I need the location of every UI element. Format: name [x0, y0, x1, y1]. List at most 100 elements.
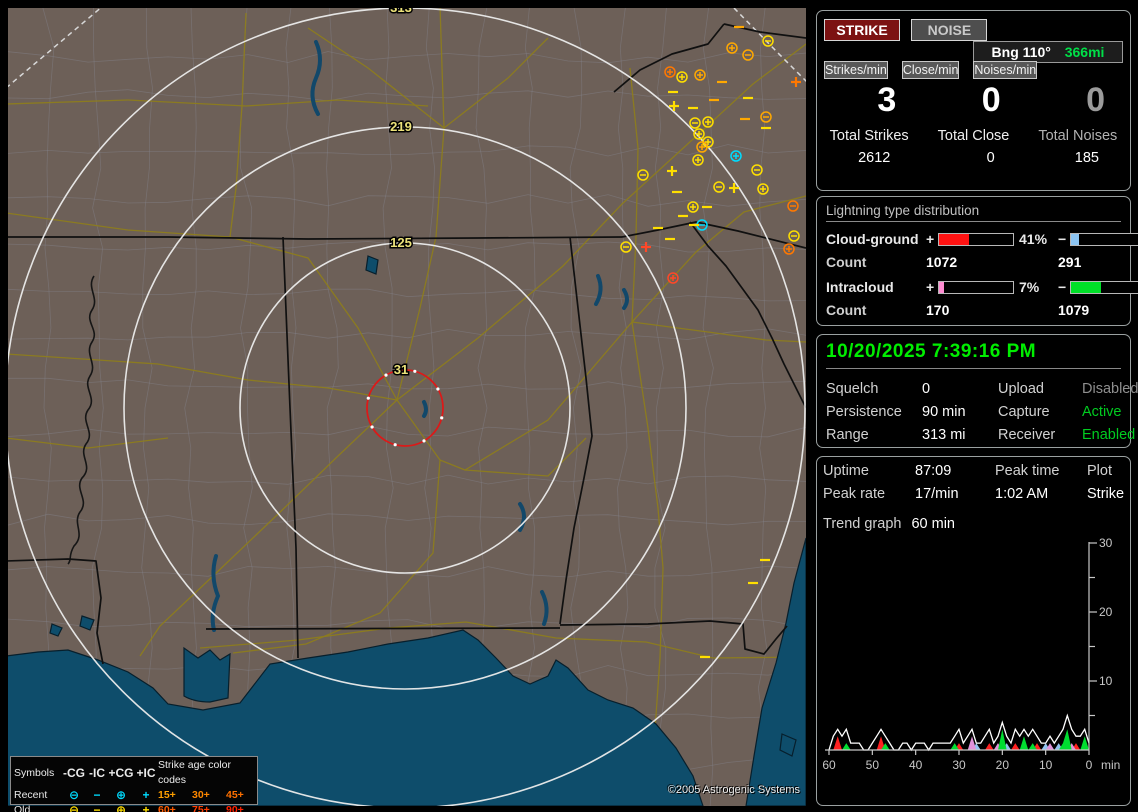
intracloud-count-row: Count 170 1079 — [826, 302, 1121, 318]
legend-col-cg-pos: +CG — [108, 765, 134, 780]
upload-label: Upload — [998, 381, 1044, 397]
bearing-value: Bng 110° — [991, 44, 1051, 60]
session-grid: Uptime 87:09 Peak time Plot Peak rate 17… — [823, 463, 1124, 502]
close-ring-dot — [384, 373, 388, 377]
bearing-distance: 366mi — [1064, 44, 1105, 60]
x-tick-label: 60 — [823, 758, 836, 772]
uptime-label: Uptime — [823, 463, 869, 479]
upload-status: Disabled — [1082, 381, 1138, 397]
noise-toggle-button[interactable]: NOISE — [911, 19, 988, 41]
total-close-label: Total Close — [937, 128, 1010, 144]
peak-rate-label: Peak rate — [823, 486, 886, 502]
x-tick-label: 40 — [909, 758, 923, 772]
close-ring-dot — [422, 439, 426, 443]
age-code-30plus: 30+ — [192, 789, 210, 801]
nexstorm-window: 31 125 219 313 Symbols -CG -IC +CG +IC Stri… — [0, 0, 1138, 812]
strike-toggle-button[interactable]: STRIKE — [824, 19, 900, 41]
x-tick-label: 50 — [866, 758, 880, 772]
trend-panel: Uptime 87:09 Peak time Plot Peak rate 17… — [816, 456, 1131, 806]
strike-map[interactable]: 31 125 219 313 — [8, 8, 806, 806]
legend-col-ic-neg: -IC — [89, 765, 105, 780]
strikes-per-min-chip[interactable]: Strikes/min — [824, 61, 888, 79]
ring-label-219: 219 — [390, 119, 412, 134]
y-tick-label: 20 — [1099, 605, 1113, 619]
datetime-display: 10/20/2025 7:39:16 PM — [826, 341, 1121, 369]
age-code-75plus: 75+ — [192, 804, 210, 812]
close-per-min-chip[interactable]: Close/min — [901, 61, 960, 79]
plus-sign: + — [926, 279, 935, 295]
status-grid: Squelch 0 Upload Disabled Persistence 90… — [826, 381, 1138, 443]
ic-positive-count: 170 — [926, 302, 950, 318]
capture-status: Active — [1082, 404, 1122, 420]
distribution-title: Lightning type distribution — [826, 203, 1121, 222]
age-code-60plus: 60+ — [158, 804, 176, 812]
legend-header-row: Symbols -CG -IC +CG +IC Strike age color… — [14, 758, 254, 788]
plot-label: Plot — [1087, 463, 1112, 479]
ic-negative-count: 1079 — [1058, 302, 1090, 318]
ring-label-125: 125 — [390, 235, 412, 250]
total-values-row: 2612 0 185 — [824, 144, 1123, 166]
age-code-45plus: 45+ — [226, 789, 244, 801]
total-strikes-value: 2612 — [858, 150, 891, 166]
legend-recent-row: Recent ⊖ − ⊕ +15+ 30+ 45+ — [14, 788, 254, 803]
ring-label-313: 313 — [390, 8, 412, 15]
range-value: 313 mi — [922, 427, 966, 443]
noises-per-min-chip[interactable]: Noises/min — [973, 61, 1038, 79]
cg-negative-count: 291 — [1058, 254, 1082, 270]
x-tick-label: 10 — [1039, 758, 1053, 772]
peak-time-label: Peak time — [995, 463, 1060, 479]
close-ring-dot — [436, 387, 440, 391]
ic-plus-icon: + — [142, 788, 150, 802]
ic-minus-icon: − — [93, 803, 101, 812]
y-tick-label: 10 — [1099, 674, 1113, 688]
map-legend: Symbols -CG -IC +CG +IC Strike age color… — [10, 756, 258, 812]
rate-chips-row: Strikes/min Close/min Noises/min — [824, 61, 1038, 79]
cloud-ground-label: Cloud-ground — [826, 231, 919, 247]
close-per-min-value: 0 — [981, 81, 1001, 119]
plus-sign: + — [926, 231, 935, 247]
receiver-label: Receiver — [998, 427, 1056, 443]
cg-positive-count: 1072 — [926, 254, 958, 270]
close-ring-dot — [413, 369, 417, 373]
state-border — [205, 627, 561, 630]
legend-symbols-title: Symbols — [14, 766, 55, 779]
trend-window-value: 60 min — [911, 516, 955, 532]
legend-age-title: Strike age color codes — [158, 759, 231, 786]
plot-value: Strike — [1087, 486, 1125, 502]
intracloud-label: Intracloud — [826, 279, 894, 295]
bearing-readout: Bng 110° 366mi — [973, 41, 1123, 63]
ic-negative-bar — [1070, 280, 1138, 294]
count-label: Count — [826, 254, 867, 270]
peak-rate-value: 17/min — [915, 486, 959, 502]
intracloud-row: Intracloud + 7% − 41% — [826, 279, 1138, 295]
total-close-value: 0 — [986, 150, 995, 166]
close-ring-dot — [393, 443, 397, 447]
cg-plus-icon: ⊕ — [115, 803, 127, 812]
ring-label-31: 31 — [394, 362, 408, 377]
total-labels-row: Total Strikes Total Close Total Noises — [824, 120, 1123, 144]
x-tick-label: 30 — [952, 758, 966, 772]
legend-old-label: Old — [14, 804, 31, 812]
cg-positive-bar — [938, 232, 1014, 246]
receiver-status: Enabled — [1082, 427, 1136, 443]
noises-per-min-value: 0 — [1086, 81, 1105, 119]
ic-minus-icon: − — [93, 788, 101, 802]
legend-old-row: Old ⊖ − ⊕ +60+ 75+ 90+ — [14, 803, 254, 812]
map-panel[interactable]: 31 125 219 313 Symbols -CG -IC +CG +IC Stri… — [8, 8, 806, 812]
minus-sign: − — [1058, 279, 1067, 295]
strikes-per-min-value: 3 — [877, 81, 897, 119]
minus-sign: − — [1058, 231, 1067, 247]
trend-graph: 10 20 30 60 50 40 30 20 10 0 min — [823, 536, 1120, 772]
age-code-15plus: 15+ — [158, 789, 176, 801]
water-body — [365, 255, 379, 275]
persistence-label: Persistence — [826, 404, 902, 420]
ic-plus-icon: + — [142, 803, 150, 812]
squelch-label: Squelch — [826, 381, 879, 397]
persistence-value: 90 min — [922, 404, 966, 420]
x-tick-label: 0 — [1086, 758, 1093, 772]
close-ring-dot — [440, 416, 444, 420]
rates-row: 3 0 0 — [824, 79, 1123, 120]
cg-negative-bar — [1070, 232, 1138, 246]
river — [422, 400, 428, 418]
total-strikes-label: Total Strikes — [829, 128, 909, 144]
